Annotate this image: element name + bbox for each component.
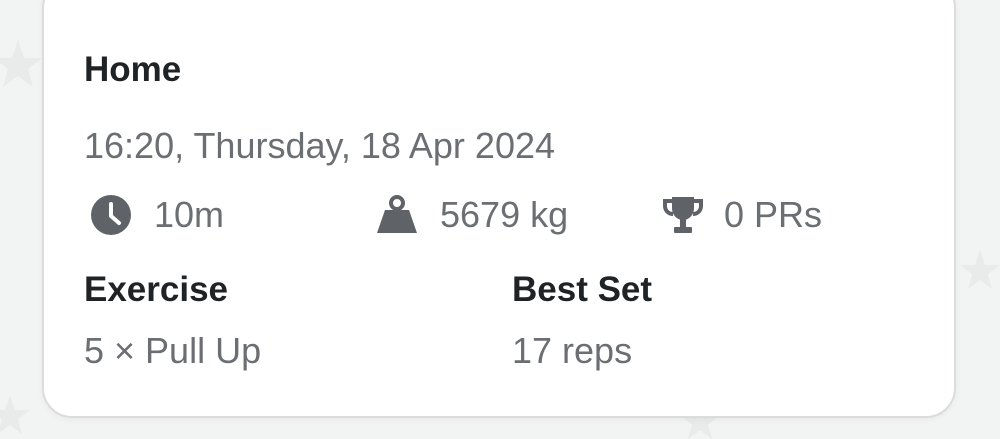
stat-prs: 0 PRs [662, 192, 822, 238]
volume-value: 5679 kg [440, 194, 569, 235]
clock-icon [90, 194, 132, 236]
best-set-cell: 17 reps [512, 330, 633, 371]
workout-datetime: 16:20, Thursday, 18 Apr 2024 [84, 125, 556, 166]
background-star-icon [0, 40, 42, 87]
stat-duration: 10m [90, 192, 224, 238]
background-star-icon [0, 395, 30, 434]
exercise-cell: 5 × Pull Up [84, 330, 262, 371]
workout-title: Home [84, 50, 182, 89]
weight-icon [376, 194, 418, 236]
trophy-icon [662, 194, 704, 236]
prs-value: 0 PRs [724, 194, 823, 235]
background-star-icon [960, 250, 1000, 289]
duration-value: 10m [154, 194, 225, 235]
best-set-column-header: Best Set [512, 270, 653, 309]
exercise-column-header: Exercise [84, 270, 229, 309]
stat-volume: 5679 kg [376, 192, 568, 238]
